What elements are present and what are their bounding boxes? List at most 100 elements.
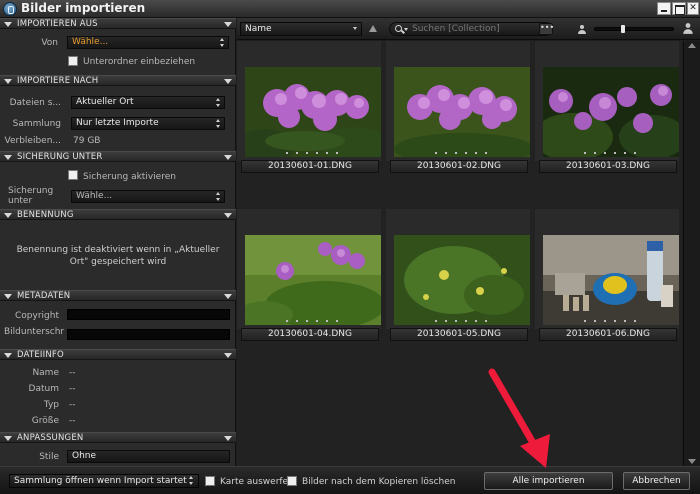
photo-green-plants[interactable] — [394, 235, 530, 325]
file-type-label: Typ — [43, 400, 59, 410]
collapse-triangle-icon — [4, 436, 12, 441]
delete-after-copy-label: Bilder nach dem Kopieren löschen — [302, 477, 456, 487]
source-label: Von — [41, 38, 58, 48]
backup-activate-label: Sicherung aktivieren — [83, 172, 176, 182]
search-box[interactable] — [389, 22, 553, 36]
slider-knob[interactable] — [621, 25, 625, 33]
bottom-action-bar: Sammlung öffnen wenn Import startet Kart… — [0, 466, 700, 494]
chevron-down-icon — [224, 353, 232, 358]
photo-rhododendron-4[interactable] — [245, 235, 381, 325]
section-title: DATEIINFO — [17, 350, 64, 360]
maximize-button[interactable] — [672, 2, 686, 15]
scroll-up-icon[interactable] — [688, 43, 696, 48]
search-options-button[interactable]: ••• — [539, 23, 554, 35]
section-header-importieren-aus[interactable]: IMPORTIEREN AUS — [0, 18, 236, 29]
thumbnail-filename: 20130601-04.DNG — [241, 328, 379, 341]
backup-location-value: Wähle... — [76, 191, 113, 201]
section-title: IMPORTIERE NACH — [17, 76, 99, 86]
file-date-label: Datum — [28, 384, 59, 394]
thumbnail-filename: 20130601-03.DNG — [539, 160, 677, 173]
section-header-benennung[interactable]: BENENNUNG — [0, 209, 236, 220]
file-type-value: -- — [69, 400, 76, 410]
thumbnail-grid: 20130601-01.DNG 20130601-02.DNG 20130601… — [237, 41, 682, 466]
remaining-value: 79 GB — [73, 136, 101, 146]
collapse-triangle-icon — [4, 155, 12, 160]
section-header-importiere-nach[interactable]: IMPORTIERE NACH — [0, 75, 236, 86]
section-title: SICHERUNG UNTER — [17, 152, 103, 162]
select-arrows-icon — [216, 98, 221, 107]
sort-select[interactable]: Name — [240, 22, 362, 36]
window-title: Bilder importieren — [21, 1, 146, 15]
caption-field[interactable] — [67, 329, 230, 340]
thumbnail-dots-indicator — [286, 152, 340, 154]
thumbnail-dots-indicator — [584, 152, 638, 154]
user-icon — [578, 25, 586, 34]
photo-desk-still-life[interactable] — [543, 235, 679, 325]
thumbnail-card[interactable]: 20130601-01.DNG — [237, 41, 381, 176]
backup-checkbox[interactable] — [68, 170, 78, 180]
section-header-dateiinfo[interactable]: DATEIINFO — [0, 349, 236, 360]
collapse-triangle-icon — [4, 79, 12, 84]
minimize-button[interactable] — [657, 2, 671, 15]
close-button[interactable]: ✕ — [687, 2, 699, 15]
thumbnail-filename: 20130601-06.DNG — [539, 328, 677, 341]
select-arrows-icon — [220, 38, 225, 47]
thumbnail-dots-indicator — [435, 320, 489, 322]
thumbnail-dots-indicator — [286, 320, 340, 322]
thumbnail-size-slider[interactable] — [594, 25, 674, 33]
styles-select[interactable]: Ohne — [67, 450, 230, 463]
thumbnail-filename: 20130601-02.DNG — [390, 160, 528, 173]
select-arrows-icon — [189, 476, 194, 485]
eject-card-label: Karte auswerfen — [220, 477, 294, 487]
photo-rhododendron-3[interactable] — [543, 67, 679, 157]
search-input[interactable] — [412, 23, 548, 35]
thumbnail-dots-indicator — [435, 152, 489, 154]
chevron-down-icon — [353, 27, 357, 30]
photo-rhododendron-1[interactable] — [245, 67, 381, 157]
collection-select[interactable]: Nur letzte Importe — [71, 117, 225, 130]
source-select-value: Wähle... — [72, 37, 109, 47]
section-header-metadaten[interactable]: METADATEN — [0, 290, 236, 301]
caption-label: Bildunterschr — [4, 327, 65, 337]
sort-select-value: Name — [245, 24, 272, 34]
subfolders-checkbox[interactable] — [68, 56, 78, 66]
sort-direction-icon[interactable] — [369, 25, 377, 32]
collapse-triangle-icon — [4, 294, 12, 299]
delete-after-copy-checkbox[interactable] — [287, 476, 297, 486]
vertical-scrollbar[interactable] — [683, 41, 700, 466]
select-arrows-icon — [216, 192, 221, 201]
chevron-down-icon — [404, 28, 408, 31]
file-size-label: Größe — [31, 416, 59, 426]
file-name-value: -- — [69, 368, 76, 378]
collection-label: Sammlung — [12, 119, 61, 129]
section-title: BENENNUNG — [17, 210, 74, 220]
source-select[interactable]: Wähle... — [67, 36, 229, 49]
thumbnail-card[interactable]: 20130601-03.DNG — [535, 41, 679, 176]
backup-location-select[interactable]: Wähle... — [71, 190, 225, 203]
styles-label: Stile — [39, 452, 59, 462]
section-header-anpassungen[interactable]: ANPASSUNGEN — [0, 432, 236, 443]
file-name-label: Name — [32, 368, 59, 378]
eject-card-checkbox[interactable] — [205, 476, 215, 486]
scroll-down-icon[interactable] — [688, 459, 696, 464]
section-title: METADATEN — [17, 291, 71, 301]
thumbnail-card[interactable]: 20130601-06.DNG — [535, 209, 679, 344]
import-all-button[interactable]: Alle importieren — [484, 472, 613, 490]
thumbnail-card[interactable]: 20130601-04.DNG — [237, 209, 381, 344]
thumbnail-filename: 20130601-01.DNG — [241, 160, 379, 173]
section-header-sicherung-unter[interactable]: SICHERUNG UNTER — [0, 151, 236, 162]
select-arrows-icon — [216, 119, 221, 128]
styles-value: Ohne — [72, 451, 97, 461]
files-location-select[interactable]: Aktueller Ort — [71, 96, 225, 109]
chevron-down-icon — [224, 79, 232, 84]
photo-rhododendron-2[interactable] — [394, 67, 530, 157]
thumbnail-card[interactable]: 20130601-05.DNG — [386, 209, 530, 344]
thumbnail-card[interactable]: 20130601-02.DNG — [386, 41, 530, 176]
open-collection-select[interactable]: Sammlung öffnen wenn Import startet — [9, 474, 199, 488]
backup-location-label: Sicherung unter — [8, 186, 54, 206]
chevron-down-icon — [224, 436, 232, 441]
cancel-button[interactable]: Abbrechen — [623, 472, 690, 490]
file-size-value: -- — [69, 416, 76, 426]
copyright-field[interactable] — [67, 309, 230, 320]
thumbnail-filename: 20130601-05.DNG — [390, 328, 528, 341]
